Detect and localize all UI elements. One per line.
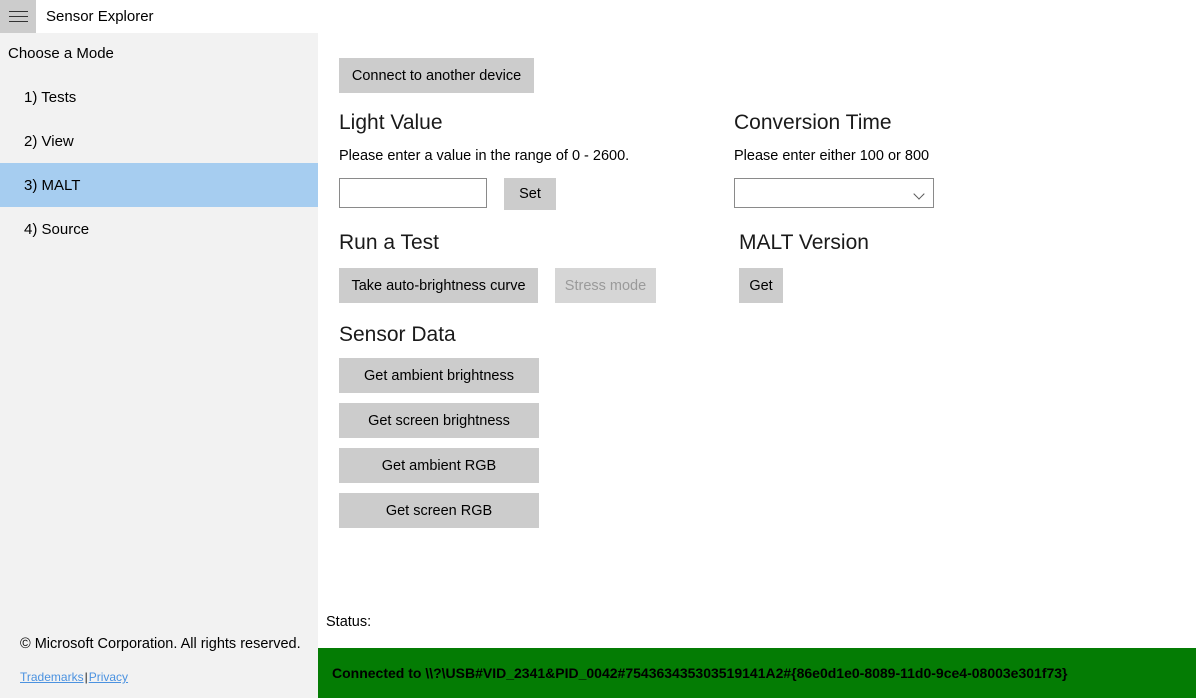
conversion-time-title: Conversion Time [734, 111, 1034, 135]
connect-to-another-device-button[interactable]: Connect to another device [339, 58, 534, 93]
run-a-test-title: Run a Test [339, 231, 656, 255]
status-banner: Connected to \\?\USB#VID_2341&PID_0042#7… [318, 648, 1196, 698]
malt-version-title: MALT Version [739, 231, 869, 255]
set-button[interactable]: Set [504, 178, 556, 210]
get-screen-brightness-button[interactable]: Get screen brightness [339, 403, 539, 438]
sidebar-item-malt[interactable]: 3) MALT [0, 163, 318, 207]
legal-links: Trademarks|Privacy [0, 670, 318, 684]
light-value-input[interactable] [339, 178, 487, 208]
sensor-data-section: Sensor Data Get ambient brightness Get s… [339, 323, 539, 538]
run-a-test-section: Run a Test Take auto-brightness curve St… [339, 231, 656, 303]
hamburger-line [9, 16, 28, 17]
page-title: Sensor Explorer [46, 8, 154, 25]
light-value-section: Light Value Please enter a value in the … [339, 111, 719, 210]
status-label: Status: [326, 614, 371, 630]
trademarks-link[interactable]: Trademarks [20, 670, 84, 684]
stress-mode-button: Stress mode [555, 268, 656, 303]
hamburger-icon[interactable] [0, 0, 36, 33]
sidebar: Choose a Mode 1) Tests 2) View 3) MALT 4… [0, 33, 318, 698]
get-ambient-brightness-button[interactable]: Get ambient brightness [339, 358, 539, 393]
sidebar-item-label: 4) Source [24, 221, 89, 238]
sidebar-footer: © Microsoft Corporation. All rights rese… [0, 636, 318, 698]
main-content: Connect to another device Light Value Pl… [318, 33, 1196, 698]
conversion-time-helper: Please enter either 100 or 800 [734, 148, 1034, 164]
hamburger-line [9, 11, 28, 12]
sidebar-item-view[interactable]: 2) View [0, 119, 318, 163]
sidebar-item-label: 2) View [24, 133, 74, 150]
status-message: Connected to \\?\USB#VID_2341&PID_0042#7… [318, 665, 1068, 681]
light-value-helper: Please enter a value in the range of 0 -… [339, 148, 719, 164]
sidebar-heading: Choose a Mode [0, 33, 318, 62]
conversion-time-dropdown[interactable] [734, 178, 934, 208]
conversion-time-section: Conversion Time Please enter either 100 … [734, 111, 1034, 208]
take-auto-brightness-curve-button[interactable]: Take auto-brightness curve [339, 268, 538, 303]
light-value-title: Light Value [339, 111, 719, 135]
chevron-down-icon [914, 190, 925, 197]
sidebar-item-source[interactable]: 4) Source [0, 207, 318, 251]
get-ambient-rgb-button[interactable]: Get ambient RGB [339, 448, 539, 483]
sensor-data-buttons: Get ambient brightness Get screen bright… [339, 358, 539, 538]
light-value-row: Set [339, 178, 719, 210]
sidebar-item-label: 1) Tests [24, 89, 76, 106]
title-bar: Sensor Explorer [0, 0, 1196, 33]
get-malt-version-button[interactable]: Get [739, 268, 783, 303]
mode-list: 1) Tests 2) View 3) MALT 4) Source [0, 75, 318, 251]
sensor-data-title: Sensor Data [339, 323, 539, 347]
malt-version-section: MALT Version Get [739, 231, 869, 303]
run-a-test-row: Take auto-brightness curve Stress mode [339, 268, 656, 303]
hamburger-line [9, 21, 28, 22]
privacy-link[interactable]: Privacy [89, 670, 128, 684]
copyright-text: © Microsoft Corporation. All rights rese… [0, 636, 318, 652]
get-screen-rgb-button[interactable]: Get screen RGB [339, 493, 539, 528]
sidebar-item-label: 3) MALT [24, 177, 80, 194]
sidebar-item-tests[interactable]: 1) Tests [0, 75, 318, 119]
link-separator: | [85, 670, 88, 684]
